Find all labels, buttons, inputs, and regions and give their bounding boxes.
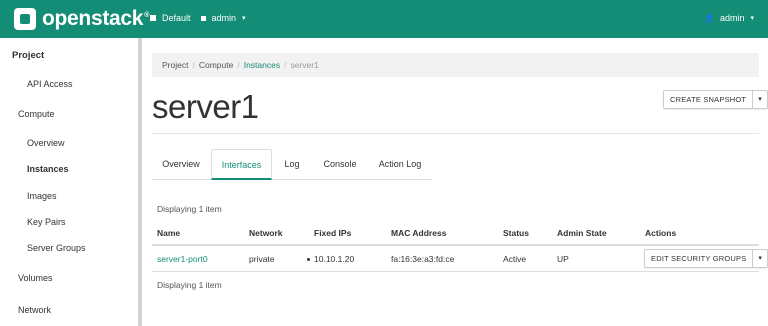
sidebar-item-instances[interactable]: Instances [27,164,69,174]
chevron-down-icon: ▾ [242,15,246,22]
column-header-mac-address[interactable]: MAC Address [391,228,446,238]
interface-status: Active [503,254,527,264]
domain-icon [150,15,156,21]
user-name: admin [719,13,745,23]
breadcrumb-compute: Compute [198,60,234,70]
breadcrumb-project: Project [162,60,189,70]
breadcrumb-separator: / [284,60,287,70]
create-snapshot-button-group: CREATE SNAPSHOT ▾ [663,90,768,109]
breadcrumb-separator: / [237,60,240,70]
detail-tabs: Overview Interfaces Log Console Action L… [152,149,432,180]
sidebar-item-key-pairs[interactable]: Key Pairs [27,217,66,227]
user-icon: 👤 [704,13,714,23]
interface-network: private [249,254,275,264]
tab-overview[interactable]: Overview [156,149,206,180]
sidebar-item-overview[interactable]: Overview [27,138,65,148]
chevron-down-icon: ▾ [758,96,762,103]
interface-mac-address: fa:16:3e:a3:fd:ce [391,254,455,264]
edit-security-groups-button[interactable]: EDIT SECURITY GROUPS [645,250,754,267]
sidebar-item-server-groups[interactable]: Server Groups [27,243,86,253]
column-header-name[interactable]: Name [157,228,180,238]
domain-name: Default [162,13,191,23]
edit-security-groups-button-group: EDIT SECURITY GROUPS ▾ [644,249,768,268]
chevron-down-icon: ▾ [750,15,754,22]
column-header-status[interactable]: Status [503,228,529,238]
row-actions-dropdown-toggle[interactable]: ▾ [753,250,767,267]
sidebar-divider [138,38,142,326]
user-menu[interactable]: 👤 admin ▾ [704,13,754,23]
breadcrumb-instances-link[interactable]: Instances [244,60,280,70]
interface-fixed-ip: 10.10.1.20 [307,254,354,264]
chevron-down-icon: ▾ [758,255,762,262]
interface-name-link[interactable]: server1-port0 [157,254,208,264]
table-count-bottom: Displaying 1 item [157,280,222,290]
project-icon [200,15,206,21]
breadcrumb-separator: / [192,60,195,70]
breadcrumb-current: server1 [290,60,319,70]
sidebar-item-compute[interactable]: Compute [18,109,55,119]
table-count-top: Displaying 1 item [157,204,222,214]
project-name: admin [211,13,237,23]
sidebar-item-network[interactable]: Network [18,305,51,315]
sidebar-item-volumes[interactable]: Volumes [18,273,53,283]
sidebar-item-images[interactable]: Images [27,191,57,201]
title-divider [152,133,759,134]
breadcrumb: Project / Compute / Instances / server1 [152,53,759,77]
tab-log[interactable]: Log [277,149,307,180]
create-snapshot-button[interactable]: CREATE SNAPSHOT [664,91,754,108]
page-title: server1 [152,88,259,125]
sidebar: Project API Access Compute Overview Inst… [0,38,140,326]
openstack-logo[interactable]: openstack® [14,7,150,30]
tab-console[interactable]: Console [318,149,362,180]
openstack-logo-icon [14,8,36,30]
column-header-admin-state[interactable]: Admin State [557,228,607,238]
table-row-divider [152,271,759,272]
brand-name: openstack® [42,7,150,30]
column-header-network[interactable]: Network [249,228,283,238]
actions-dropdown-toggle[interactable]: ▾ [753,91,767,108]
top-navbar: openstack® Default admin ▾ 👤 admin ▾ [0,0,768,38]
column-header-actions: Actions [645,228,677,238]
sidebar-item-api-access[interactable]: API Access [27,79,73,89]
tab-action-log[interactable]: Action Log [376,149,424,180]
column-header-fixed-ips[interactable]: Fixed IPs [314,228,351,238]
tab-interfaces[interactable]: Interfaces [211,149,272,180]
interface-admin-state: UP [557,254,569,264]
sidebar-item-project[interactable]: Project [12,50,44,61]
project-switcher[interactable]: Default admin ▾ [150,13,246,23]
bullet-icon [307,258,310,262]
table-header-divider [152,244,759,246]
